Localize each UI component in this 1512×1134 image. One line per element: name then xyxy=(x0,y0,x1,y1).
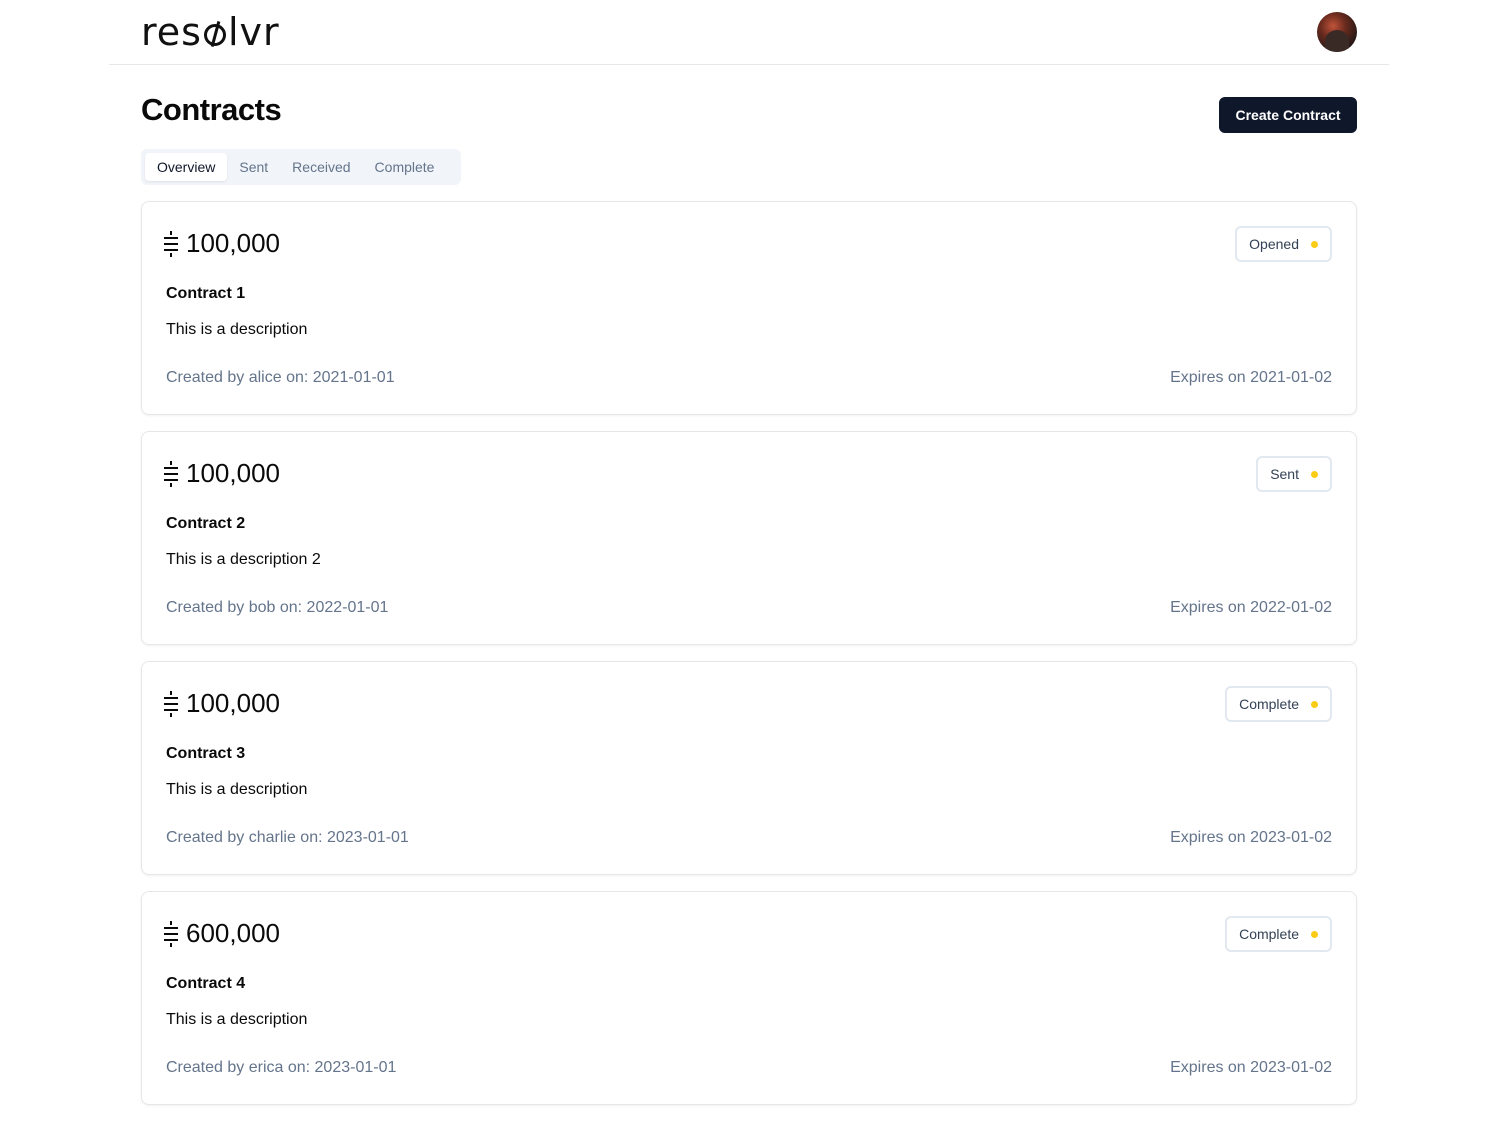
user-avatar[interactable] xyxy=(1317,12,1357,52)
contract-expires: Expires on 2023-01-02 xyxy=(1170,1059,1332,1076)
contract-name: Contract 2 xyxy=(166,515,246,532)
top-header: res lvr xyxy=(109,0,1389,65)
page: res lvr Contracts Create Contract Overvie… xyxy=(0,0,1512,1134)
contract-created: Created by alice on: 2021-01-01 xyxy=(166,369,395,386)
contract-created: Created by bob on: 2022-01-01 xyxy=(166,599,389,616)
create-contract-button[interactable]: Create Contract xyxy=(1219,97,1357,133)
status-dot-icon xyxy=(1311,470,1318,478)
contract-expires: Expires on 2021-01-02 xyxy=(1170,369,1332,386)
amount-row: 100,000 xyxy=(162,228,280,259)
contract-card[interactable]: 100,000 Sent Contract 2 This is a descri… xyxy=(141,431,1357,645)
status-badge[interactable]: Opened xyxy=(1235,226,1332,262)
status-dot-icon xyxy=(1311,700,1318,708)
sats-currency-icon xyxy=(164,920,178,947)
contract-description: This is a description xyxy=(166,321,308,338)
contract-description: This is a description xyxy=(166,1011,308,1028)
status-label: Complete xyxy=(1239,696,1299,712)
contract-amount: 100,000 xyxy=(186,688,280,718)
contract-description: This is a description xyxy=(166,781,308,798)
logo-text-right: lvr xyxy=(227,10,280,54)
tab-received[interactable]: Received xyxy=(280,153,362,181)
resolvr-logo[interactable]: res lvr xyxy=(141,12,280,52)
contract-name: Contract 3 xyxy=(166,745,246,762)
sats-currency-icon xyxy=(164,690,178,717)
logo-text-left: res xyxy=(141,10,202,54)
contract-expires: Expires on 2022-01-02 xyxy=(1170,599,1332,616)
contract-description: This is a description 2 xyxy=(166,551,321,568)
contract-amount: 100,000 xyxy=(186,228,280,258)
status-label: Sent xyxy=(1270,466,1299,482)
contract-name: Contract 4 xyxy=(166,975,246,992)
contract-created: Created by erica on: 2023-01-01 xyxy=(166,1059,397,1076)
amount-row: 100,000 xyxy=(162,688,280,719)
sats-currency-icon xyxy=(164,230,178,257)
contract-card[interactable]: 600,000 Complete Contract 4 This is a de… xyxy=(141,891,1357,1105)
status-dot-icon xyxy=(1311,930,1318,938)
contract-tabs: Overview Sent Received Complete xyxy=(141,149,461,185)
contract-card[interactable]: 100,000 Complete Contract 3 This is a de… xyxy=(141,661,1357,875)
status-label: Complete xyxy=(1239,926,1299,942)
tab-sent[interactable]: Sent xyxy=(227,153,280,181)
contract-expires: Expires on 2023-01-02 xyxy=(1170,829,1332,846)
amount-row: 600,000 xyxy=(162,918,280,949)
status-label: Opened xyxy=(1249,236,1299,252)
sats-currency-icon xyxy=(164,460,178,487)
page-title: Contracts xyxy=(141,92,282,127)
contract-amount: 100,000 xyxy=(186,458,280,488)
status-badge[interactable]: Sent xyxy=(1256,456,1332,492)
status-badge[interactable]: Complete xyxy=(1225,916,1332,952)
amount-row: 100,000 xyxy=(162,458,280,489)
contract-amount: 600,000 xyxy=(186,918,280,948)
contract-created: Created by charlie on: 2023-01-01 xyxy=(166,829,409,846)
status-dot-icon xyxy=(1311,240,1318,248)
logo-o-icon xyxy=(203,24,226,46)
tab-complete[interactable]: Complete xyxy=(363,153,447,181)
tab-overview[interactable]: Overview xyxy=(145,153,228,181)
contract-name: Contract 1 xyxy=(166,285,246,302)
contract-card[interactable]: 100,000 Opened Contract 1 This is a desc… xyxy=(141,201,1357,415)
status-badge[interactable]: Complete xyxy=(1225,686,1332,722)
